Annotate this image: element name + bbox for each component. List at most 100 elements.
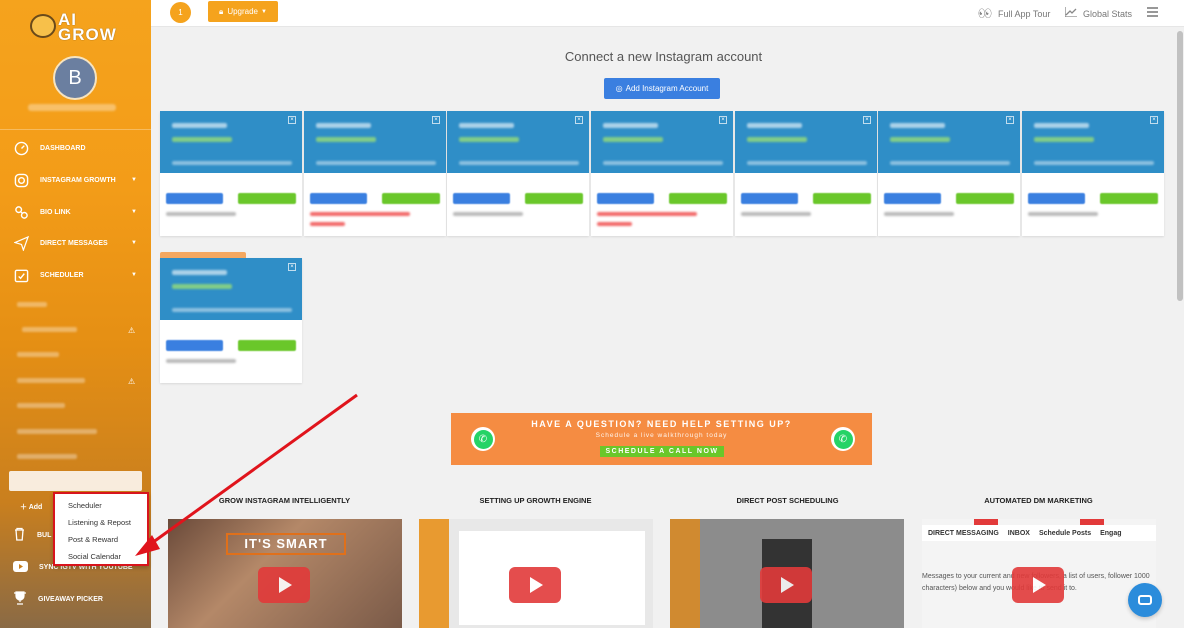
add-instagram-account-button[interactable]: ◎ Add Instagram Account [604, 78, 720, 99]
menu-item-social-calendar[interactable]: Social Calendar [68, 552, 121, 561]
whatsapp-icon[interactable]: ✆ [471, 427, 495, 451]
account-action-button[interactable] [597, 193, 654, 204]
help-banner[interactable]: ✆ HAVE A QUESTION? NEED HELP SETTING UP?… [451, 413, 872, 465]
chevron-down-icon: ▼ [131, 240, 137, 246]
account-status-button[interactable] [669, 193, 727, 204]
chat-widget-button[interactable] [1128, 583, 1162, 617]
submenu-item-blurred[interactable] [17, 454, 77, 459]
account-card[interactable]: × [160, 111, 302, 236]
sidebar-item-giveaway-picker[interactable]: GIVEAWAY PICKER [0, 587, 151, 611]
chevron-down-icon: ▼ [131, 272, 137, 278]
close-icon[interactable]: × [432, 116, 440, 124]
account-action-button[interactable] [166, 193, 223, 204]
menu-item-listening-repost[interactable]: Listening & Repost [68, 518, 131, 527]
account-action-button[interactable] [166, 340, 223, 351]
video-title: DIRECT POST SCHEDULING [736, 496, 839, 505]
close-icon[interactable]: × [575, 116, 583, 124]
close-icon[interactable]: × [1006, 116, 1014, 124]
account-error-text [310, 212, 410, 216]
close-icon[interactable]: × [1150, 116, 1158, 124]
account-status-button[interactable] [956, 193, 1014, 204]
account-error-text [597, 212, 697, 216]
submenu-item-blurred[interactable] [17, 352, 59, 357]
paper-plane-icon [13, 235, 29, 251]
video-thumbnail[interactable]: DIRECT MESSAGING INBOX Schedule Posts En… [922, 519, 1156, 628]
play-icon[interactable] [509, 567, 561, 603]
submenu-item-blurred[interactable] [17, 429, 97, 434]
submenu-item-blurred[interactable] [22, 327, 77, 332]
video-thumbnail[interactable] [419, 519, 653, 628]
play-icon[interactable] [1012, 567, 1064, 603]
full-app-tour-link[interactable]: 👀︎ Full App Tour [978, 7, 1050, 20]
account-card[interactable]: × [1022, 111, 1164, 236]
account-status-button[interactable] [238, 340, 296, 351]
account-status-button[interactable] [525, 193, 583, 204]
account-action-button[interactable] [884, 193, 941, 204]
close-icon[interactable]: × [863, 116, 871, 124]
lock-icon: 🔒︎ [219, 6, 224, 16]
sidebar-item-scheduler[interactable]: SCHEDULER ▼ [0, 261, 151, 289]
account-card[interactable]: × [878, 111, 1020, 236]
sidebar-item-instagram-growth[interactable]: INSTAGRAM GROWTH ▼ [0, 166, 151, 194]
schedule-call-button[interactable]: SCHEDULE A CALL NOW [600, 446, 724, 457]
close-icon[interactable]: × [719, 116, 727, 124]
submenu-item-blurred[interactable] [17, 378, 85, 383]
divider [0, 129, 151, 130]
account-status-button[interactable] [813, 193, 871, 204]
account-error-text [597, 222, 632, 226]
account-status-button[interactable] [382, 193, 440, 204]
account-status-text [166, 359, 236, 363]
account-card[interactable]: × [447, 111, 589, 236]
menu-list-icon[interactable] [1147, 7, 1158, 17]
scrollbar-thumb[interactable] [1177, 31, 1183, 301]
account-card[interactable]: × [304, 111, 446, 236]
globe-icon [30, 14, 56, 38]
submenu-item-blurred[interactable] [17, 302, 47, 307]
menu-item-post-reward[interactable]: Post & Reward [68, 535, 118, 544]
close-icon[interactable]: × [288, 116, 296, 124]
account-card[interactable]: × [591, 111, 733, 236]
account-status-button[interactable] [238, 193, 296, 204]
menu-item-scheduler[interactable]: Scheduler [68, 501, 102, 510]
sidebar-item-dashboard[interactable]: DASHBOARD [0, 134, 151, 162]
video-thumbnail[interactable]: IT'S SMART [168, 519, 402, 628]
account-card[interactable]: × [160, 252, 302, 383]
upgrade-button[interactable]: 🔒︎ Upgrade ▼ [208, 1, 278, 22]
add-label: Add [28, 504, 43, 511]
add-button[interactable]: ＋ Add [20, 502, 42, 512]
youtube-icon [13, 560, 28, 574]
scrollbar[interactable] [1176, 27, 1184, 628]
app-logo[interactable]: AI GROW [30, 10, 125, 46]
page-title: Connect a new Instagram account [564, 49, 763, 64]
whatsapp-icon[interactable]: ✆ [831, 427, 855, 451]
tour-label: Full App Tour [997, 8, 1051, 19]
global-stats-link[interactable]: Global Stats [1064, 7, 1132, 20]
account-card-header: × [304, 111, 446, 173]
play-icon[interactable] [258, 567, 310, 603]
sidebar-item-direct-messages[interactable]: DIRECT MESSAGES ▼ [0, 229, 151, 257]
warning-icon: ⚠ [128, 377, 136, 386]
link-icon [13, 204, 29, 220]
video-tab: Engag [1100, 529, 1122, 537]
account-status-text [1028, 212, 1098, 216]
submenu-item-blurred[interactable] [17, 403, 65, 408]
account-action-button[interactable] [741, 193, 798, 204]
play-icon[interactable] [760, 567, 812, 603]
account-action-button[interactable] [453, 193, 510, 204]
close-icon[interactable]: × [288, 263, 296, 271]
account-status-text [453, 212, 523, 216]
account-card[interactable]: × [735, 111, 877, 236]
submenu-item-selected[interactable] [9, 471, 142, 491]
video-tab: Schedule Posts [1038, 529, 1092, 537]
sidebar-item-label: DIRECT MESSAGES [40, 239, 108, 247]
account-card-header: × [1022, 111, 1164, 173]
chevron-down-icon: ▼ [131, 209, 137, 215]
sidebar-item-bio-link[interactable]: BIO LINK ▼ [0, 198, 151, 226]
notification-badge[interactable]: 1 [170, 2, 191, 23]
account-action-button[interactable] [1028, 193, 1085, 204]
avatar[interactable]: B [53, 56, 97, 100]
account-status-button[interactable] [1100, 193, 1158, 204]
video-thumbnail[interactable] [670, 519, 904, 628]
account-action-button[interactable] [310, 193, 367, 204]
trophy-icon [13, 591, 27, 607]
